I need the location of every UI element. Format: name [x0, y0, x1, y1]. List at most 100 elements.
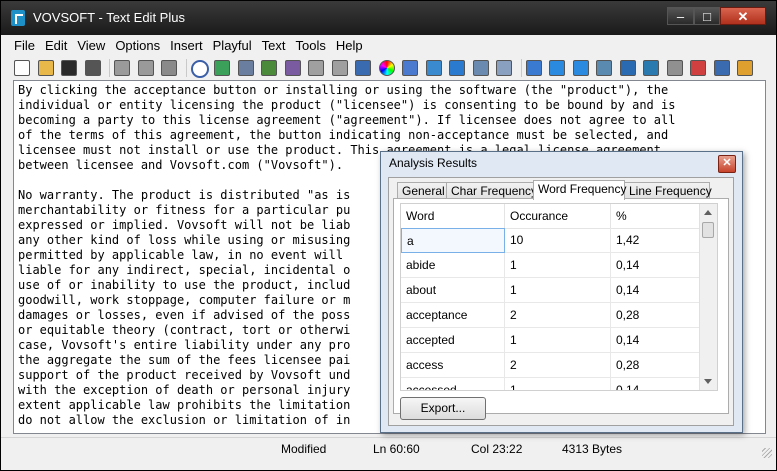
- unlock-icon[interactable]: [331, 59, 348, 76]
- color-wheel-icon[interactable]: [378, 59, 395, 76]
- menu-file[interactable]: File: [9, 37, 40, 55]
- open-folder-icon[interactable]: [37, 59, 54, 76]
- replace-icon[interactable]: [213, 59, 230, 76]
- menu-bar: File Edit View Options Insert Playful Text Tool…: [9, 37, 368, 55]
- minimize-button[interactable]: –: [667, 7, 694, 25]
- line-spacing-icon[interactable]: [525, 59, 542, 76]
- find-icon[interactable]: [190, 59, 209, 78]
- cell-word: about: [401, 278, 505, 303]
- arrows-horizontal-icon[interactable]: [548, 59, 565, 76]
- at-sign-icon[interactable]: [448, 59, 465, 76]
- dialog-close-button[interactable]: ✕: [718, 155, 736, 173]
- status-line: Ln 60:60: [373, 442, 420, 456]
- analysis-results-dialog: Analysis Results ✕ General Char Frequenc…: [380, 151, 743, 433]
- dialog-body: General Char Frequency Word Frequency Li…: [388, 177, 734, 426]
- toolbar-separator: [109, 59, 110, 77]
- table-header: Word Occurance %: [401, 204, 717, 229]
- cell-word: accepted: [401, 328, 505, 353]
- paste-icon[interactable]: [160, 59, 177, 76]
- menu-tools[interactable]: Tools: [291, 37, 331, 55]
- cut-icon[interactable]: [113, 59, 130, 76]
- window-title: VOVSOFT - Text Edit Plus: [33, 10, 185, 25]
- table-row[interactable]: accessed 1 0,14: [401, 378, 711, 391]
- cell-word: access: [401, 353, 505, 378]
- copy-icon[interactable]: [137, 59, 154, 76]
- table-vertical-scrollbar[interactable]: [699, 204, 717, 390]
- rocket-icon[interactable]: [401, 59, 418, 76]
- tab-line-frequency[interactable]: Line Frequency: [624, 182, 712, 199]
- toolbar-separator: [185, 59, 187, 77]
- scroll-thumb[interactable]: [702, 222, 714, 238]
- duplicate-icon[interactable]: [595, 59, 612, 76]
- print-icon[interactable]: [84, 59, 101, 76]
- column-header-percent[interactable]: %: [611, 204, 701, 228]
- calendar-icon[interactable]: [689, 59, 706, 76]
- list-icon[interactable]: [472, 59, 489, 76]
- cell-word: a: [401, 228, 505, 253]
- cell-occurance: 1: [505, 328, 611, 353]
- title-bar[interactable]: VOVSOFT - Text Edit Plus – □ ✕: [1, 1, 776, 35]
- tab-general[interactable]: General: [397, 182, 447, 199]
- menu-edit[interactable]: Edit: [40, 37, 72, 55]
- new-file-icon[interactable]: [13, 59, 30, 76]
- filter-icon[interactable]: [425, 59, 442, 76]
- status-column: Col 23:22: [471, 442, 523, 456]
- export-button[interactable]: Export...: [400, 397, 486, 420]
- maximize-button[interactable]: □: [694, 7, 720, 25]
- column-header-occurance[interactable]: Occurance: [505, 204, 611, 228]
- menu-help[interactable]: Help: [331, 37, 368, 55]
- close-button[interactable]: ✕: [720, 7, 766, 25]
- cell-percent: 0,14: [616, 283, 640, 297]
- table-row[interactable]: abide 1 0,14: [401, 253, 711, 278]
- scroll-up-arrow-icon[interactable]: [704, 210, 712, 215]
- tab-char-frequency[interactable]: Char Frequency: [446, 182, 537, 199]
- word-frequency-panel: Word Occurance % a 10 1,42 abide 1 0,14 about 1…: [393, 198, 729, 414]
- lock-icon[interactable]: [307, 59, 324, 76]
- keyboard-icon[interactable]: [495, 59, 512, 76]
- note-edit-icon[interactable]: [736, 59, 753, 76]
- dialog-title: Analysis Results: [389, 156, 478, 170]
- encode-icon[interactable]: [354, 59, 371, 76]
- app-logo-icon: [11, 10, 25, 26]
- cell-word: abide: [401, 253, 505, 278]
- column-header-word[interactable]: Word: [401, 204, 505, 228]
- cell-percent: 1,42: [616, 233, 640, 247]
- table-row[interactable]: access 2 0,28: [401, 353, 711, 378]
- menu-playful[interactable]: Playful: [208, 37, 257, 55]
- document-icon[interactable]: [666, 59, 683, 76]
- cell-word: acceptance: [401, 303, 505, 328]
- cell-occurance: 2: [505, 303, 611, 328]
- arrows-vertical-icon[interactable]: [572, 59, 589, 76]
- table-row[interactable]: about 1 0,14: [401, 278, 711, 303]
- cell-percent: 0,28: [616, 358, 640, 372]
- network-icon[interactable]: [619, 59, 636, 76]
- scroll-down-arrow-icon[interactable]: [704, 379, 712, 384]
- cell-occurance: 1: [505, 378, 611, 390]
- cell-occurance: 2: [505, 353, 611, 378]
- save-icon[interactable]: [60, 59, 77, 76]
- menu-text[interactable]: Text: [257, 37, 291, 55]
- table-row[interactable]: a 10 1,42: [401, 228, 711, 253]
- cell-percent: 0,14: [616, 258, 640, 272]
- word-frequency-table[interactable]: Word Occurance % a 10 1,42 abide 1 0,14 about 1…: [400, 203, 718, 391]
- export-icon[interactable]: [260, 59, 277, 76]
- cell-percent: 0,14: [616, 383, 640, 391]
- cell-word: accessed: [401, 378, 505, 390]
- table-row[interactable]: acceptance 2 0,28: [401, 303, 711, 328]
- tree-icon[interactable]: [642, 59, 659, 76]
- status-bar: Modified Ln 60:60 Col 23:22 4313 Bytes: [1, 437, 776, 460]
- menu-insert[interactable]: Insert: [165, 37, 208, 55]
- rename-icon[interactable]: [713, 59, 730, 76]
- cell-occurance: 10: [505, 228, 611, 253]
- menu-options[interactable]: Options: [110, 37, 165, 55]
- table-row[interactable]: accepted 1 0,14: [401, 328, 711, 353]
- cell-occurance: 1: [505, 253, 611, 278]
- image-icon[interactable]: [284, 59, 301, 76]
- preview-icon[interactable]: [237, 59, 254, 76]
- menu-view[interactable]: View: [72, 37, 110, 55]
- cell-percent: 0,28: [616, 308, 640, 322]
- resize-grip[interactable]: [762, 448, 772, 458]
- tab-word-frequency[interactable]: Word Frequency: [533, 180, 626, 200]
- main-window: VOVSOFT - Text Edit Plus – □ ✕ File Edit V…: [0, 0, 777, 471]
- status-size: 4313 Bytes: [562, 442, 623, 456]
